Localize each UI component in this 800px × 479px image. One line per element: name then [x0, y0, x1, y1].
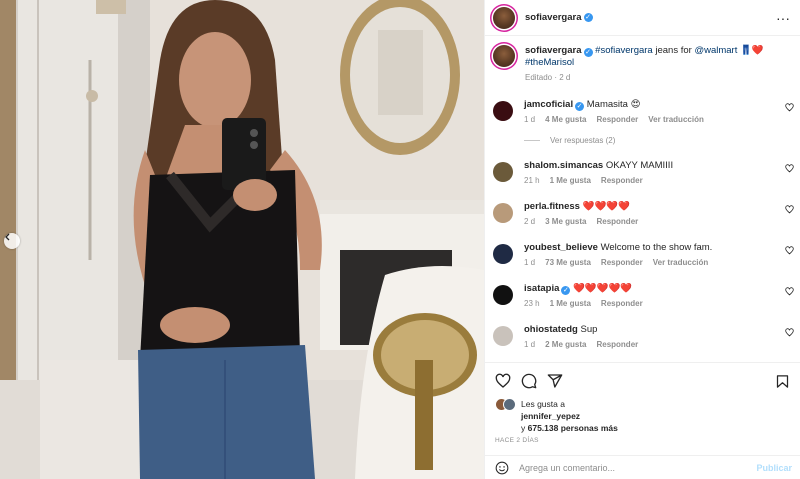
comment-likes[interactable]: 4 Me gusta	[545, 115, 586, 124]
comment-icon[interactable]	[521, 373, 537, 389]
heart-icon[interactable]	[785, 205, 794, 214]
reply-button[interactable]: Responder	[601, 258, 643, 267]
share-icon[interactable]	[547, 373, 563, 389]
more-options-icon[interactable]: ···	[776, 11, 790, 25]
caption-text: jeans for	[652, 45, 695, 56]
commenter-username[interactable]: perla.fitness	[524, 201, 580, 212]
heart-icon[interactable]	[785, 328, 794, 337]
heart-icon[interactable]	[785, 287, 794, 296]
commenter-avatar[interactable]	[493, 326, 513, 346]
commenter-avatar[interactable]	[493, 162, 513, 182]
comment-text: Welcome to the show fam.	[600, 242, 713, 253]
reply-button[interactable]: Responder	[596, 115, 638, 124]
comment-text: OKAYY MAMIIII	[605, 160, 674, 171]
edited-meta: Editado · 2 d	[525, 73, 571, 82]
comment-likes[interactable]: 1 Me gusta	[550, 299, 591, 308]
hashtag-link[interactable]: #sofiavergara	[595, 45, 653, 56]
emoji-icon[interactable]	[495, 461, 509, 475]
comment-item: youbest_believe Welcome to the show fam.…	[485, 242, 800, 267]
comment-likes[interactable]: 73 Me gusta	[545, 258, 591, 267]
hashtag-link[interactable]: #theMarisol	[525, 57, 574, 68]
comment-item: jamcoficial ✓ Mamasita 😍 1 d 4 Me gusta R…	[485, 99, 800, 124]
comment-time[interactable]: 1 d	[524, 258, 535, 267]
likes-and: y	[521, 423, 528, 433]
commenter-avatar[interactable]	[493, 285, 513, 305]
verified-badge-icon: ✓	[583, 13, 593, 22]
comment-time[interactable]: 21 h	[524, 176, 540, 185]
commenter-username[interactable]: jamcoficial	[524, 99, 573, 110]
author-username[interactable]: sofiavergara	[525, 12, 582, 23]
comments-list[interactable]: sofiavergara ✓ #sofiavergara jeans for @w…	[485, 37, 800, 362]
commenter-avatar[interactable]	[493, 101, 513, 121]
post-header: sofiavergara ✓ ···	[485, 0, 800, 36]
comment-time[interactable]: 1 d	[524, 340, 535, 349]
reply-button[interactable]: Responder	[601, 176, 643, 185]
comment-item: ohiostatedg Sup 1 d 2 Me gusta Responder	[485, 324, 800, 349]
comment-item: shalom.simancas OKAYY MAMIIII 21 h 1 Me …	[485, 160, 800, 185]
post-panel: sofiavergara ✓ ··· sofiavergara ✓ #sofiav…	[484, 0, 800, 479]
commenter-avatar[interactable]	[493, 244, 513, 264]
commenter-avatar[interactable]	[493, 203, 513, 223]
reply-button[interactable]: Responder	[596, 340, 638, 349]
caption-emoji: 👖❤️	[737, 45, 764, 56]
commenter-username[interactable]: isatapia	[524, 283, 559, 294]
reply-button[interactable]: Responder	[596, 217, 638, 226]
comment-text: Sup	[580, 324, 598, 335]
comment-text: Mamasita 😍	[586, 99, 641, 110]
previous-photo-button[interactable]	[4, 233, 20, 249]
translate-button[interactable]: Ver traducción	[648, 115, 704, 124]
likes-count[interactable]: 675.138 personas más	[528, 423, 618, 433]
liker-username[interactable]: jennifer_yepez	[521, 411, 580, 421]
author-avatar[interactable]	[493, 6, 515, 29]
liker-avatar	[503, 398, 516, 411]
chevron-left-icon	[5, 233, 10, 241]
commenter-username[interactable]: shalom.simancas	[524, 160, 603, 171]
comment-time[interactable]: 23 h	[524, 299, 540, 308]
comment-likes[interactable]: 1 Me gusta	[550, 176, 591, 185]
caption-author-username[interactable]: sofiavergara	[525, 45, 582, 56]
likes-prefix: Les gusta a	[521, 399, 565, 409]
comment-likes[interactable]: 2 Me gusta	[545, 340, 586, 349]
commenter-username[interactable]: youbest_believe	[524, 242, 598, 253]
heart-icon[interactable]	[785, 246, 794, 255]
comment-time[interactable]: 1 d	[524, 115, 535, 124]
post-caption: sofiavergara ✓ #sofiavergara jeans for @w…	[485, 37, 800, 84]
replies-divider	[524, 140, 540, 141]
caption-author-avatar[interactable]	[493, 45, 515, 67]
post-photo[interactable]	[0, 0, 484, 479]
verified-badge-icon: ✓	[575, 102, 585, 111]
add-comment-input[interactable]	[519, 462, 757, 473]
translate-button[interactable]: Ver traducción	[653, 258, 709, 267]
edited-time: 2 d	[559, 73, 571, 82]
heart-icon[interactable]	[785, 164, 794, 173]
bookmark-icon[interactable]	[775, 374, 790, 389]
comment-text: ❤️❤️❤️❤️	[582, 201, 630, 212]
comment-text: ❤️❤️❤️❤️❤️	[573, 283, 633, 294]
commenter-username[interactable]: ohiostatedg	[524, 324, 578, 335]
comment-item: perla.fitness ❤️❤️❤️❤️ 2 d 3 Me gusta Re…	[485, 201, 800, 226]
likes-summary: Les gusta a jennifer_yepez y 675.138 per…	[495, 398, 790, 434]
comment-likes[interactable]: 3 Me gusta	[545, 217, 586, 226]
verified-badge-icon: ✓	[561, 286, 571, 295]
post-date[interactable]: HACE 2 DÍAS	[495, 437, 790, 444]
heart-icon[interactable]	[495, 373, 511, 389]
post-image	[0, 0, 484, 479]
likers-avatars[interactable]	[495, 398, 519, 412]
verified-badge-icon: ✓	[583, 48, 593, 57]
heart-icon[interactable]	[785, 103, 794, 112]
publish-button[interactable]: Publicar	[756, 463, 792, 473]
reply-button[interactable]: Responder	[601, 299, 643, 308]
comment-time[interactable]: 2 d	[524, 217, 535, 226]
view-replies-button[interactable]: Ver respuestas (2)	[524, 136, 800, 145]
add-comment-bar: Publicar	[485, 455, 800, 479]
comment-item: isatapia ✓ ❤️❤️❤️❤️❤️ 23 h 1 Me gusta Res…	[485, 283, 800, 308]
edited-label: Editado	[525, 73, 553, 82]
mention-link[interactable]: @walmart	[694, 45, 737, 56]
view-replies-label: Ver respuestas (2)	[550, 136, 616, 145]
post-actions: Les gusta a jennifer_yepez y 675.138 per…	[485, 362, 800, 444]
